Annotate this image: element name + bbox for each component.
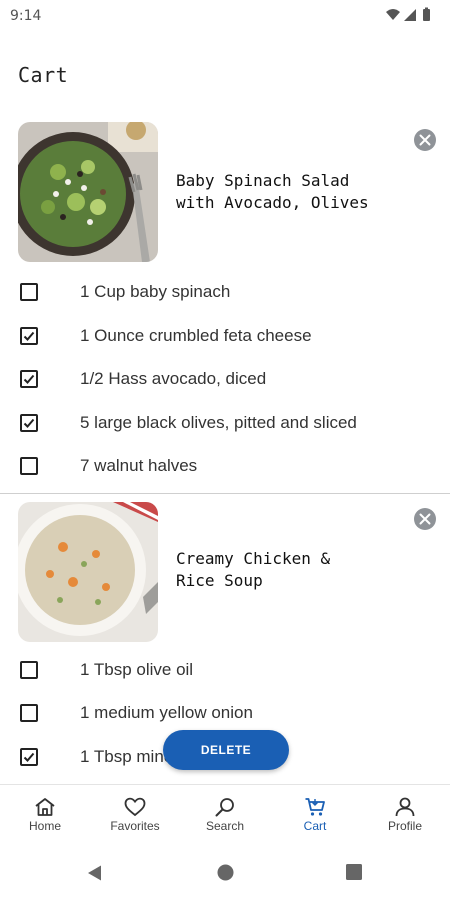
cart-list[interactable]: Baby Spinach Salad with Avocado, Olives …	[0, 112, 450, 784]
ingredient-label: 7 walnut halves	[80, 456, 198, 475]
nav-label: Profile	[387, 819, 422, 833]
close-icon	[419, 134, 431, 146]
recipe-title-line: with Avocado, Olives	[176, 193, 369, 212]
nav-label: Cart	[303, 819, 327, 833]
delete-button[interactable]: DELETE	[163, 730, 289, 770]
ingredient-list: 1 Cup baby spinach 1 Ounce crumbled feta…	[0, 272, 450, 490]
ingredient-checkbox[interactable]	[20, 660, 38, 679]
recipe-title-line: Baby Spinach Salad	[176, 171, 350, 190]
bottom-nav: Home Favorites Search Cart Profile	[0, 784, 450, 843]
ingredient-label: 1/2 Hass avocado, diced	[80, 369, 267, 388]
check-icon	[23, 331, 35, 341]
recipe-title: Baby Spinach Salad with Avocado, Olives	[176, 170, 416, 214]
recipe-title-line: Creamy Chicken &	[176, 548, 331, 568]
ingredient-label: 1 medium yellow onion	[80, 703, 253, 722]
ingredient-row[interactable]: 1 Cup baby spinach	[0, 272, 450, 316]
status-bar: 9:14	[0, 0, 450, 32]
home-circle-icon[interactable]	[217, 864, 234, 881]
recipe-title: Creamy Chicken & Rice Soup	[176, 548, 416, 592]
status-icons	[384, 6, 436, 29]
search-icon	[215, 798, 234, 817]
recipe-image	[18, 122, 158, 262]
ingredient-row[interactable]: 1 Tbsp olive oil	[0, 650, 450, 694]
nav-item-home[interactable]: Home	[0, 785, 90, 843]
ingredient-checkbox[interactable]	[20, 457, 38, 475]
ingredient-label: 1 Cup baby spinach	[80, 282, 231, 301]
recipe-image	[18, 501, 158, 642]
person-icon	[395, 797, 415, 817]
cart-icon	[305, 798, 325, 816]
cart-recipe-card: Baby Spinach Salad with Avocado, Olives …	[0, 112, 450, 490]
back-icon[interactable]	[86, 864, 104, 882]
ingredient-checkbox[interactable]	[20, 704, 38, 722]
check-icon	[23, 374, 35, 384]
system-nav-bar	[0, 846, 450, 900]
recipe-header: Creamy Chicken & Rice Soup	[0, 494, 450, 642]
wifi-signal-battery-icon	[386, 7, 430, 21]
nav-item-favorites[interactable]: Favorites	[90, 785, 180, 843]
ingredient-row[interactable]: 1/2 Hass avocado, diced	[0, 359, 450, 403]
ingredient-row[interactable]: 5 large black olives, pitted and sliced	[0, 403, 450, 447]
heart-icon	[124, 797, 146, 817]
nav-item-search[interactable]: Search	[180, 785, 270, 843]
ingredient-label: 1 Tbsp olive oil	[80, 659, 194, 679]
ingredient-row[interactable]: 7 walnut halves	[0, 446, 450, 490]
home-icon	[35, 798, 55, 816]
recents-icon[interactable]	[346, 864, 362, 880]
remove-recipe-button[interactable]	[414, 507, 436, 530]
page-title: Cart	[18, 63, 69, 87]
status-time: 9:14	[10, 8, 42, 24]
ingredient-row[interactable]: 1 Ounce crumbled feta cheese	[0, 316, 450, 360]
remove-recipe-button[interactable]	[414, 129, 436, 151]
ingredient-label: 1 Ounce crumbled feta cheese	[80, 325, 312, 345]
ingredient-label: 5 large black olives, pitted and sliced	[80, 412, 357, 432]
nav-item-profile[interactable]: Profile	[360, 785, 450, 843]
check-icon	[23, 418, 35, 428]
ingredient-checkbox[interactable]	[20, 747, 38, 766]
nav-label: Home	[28, 819, 61, 833]
nav-item-cart[interactable]: Cart	[270, 785, 360, 843]
ingredient-checkbox[interactable]	[20, 370, 38, 388]
close-icon	[419, 513, 431, 524]
nav-label: Search	[205, 819, 245, 833]
nav-label: Favorites	[110, 819, 160, 833]
ingredient-checkbox[interactable]	[20, 326, 38, 345]
check-icon	[23, 752, 35, 762]
ingredient-checkbox[interactable]	[20, 283, 38, 301]
recipe-header: Baby Spinach Salad with Avocado, Olives	[0, 112, 450, 262]
ingredient-checkbox[interactable]	[20, 413, 38, 432]
recipe-title-line: Rice Soup	[176, 570, 263, 590]
